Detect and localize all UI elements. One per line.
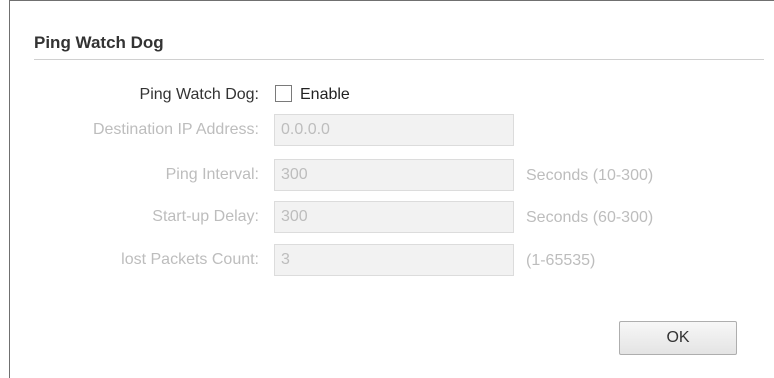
startup-delay-label: Start-up Delay:: [152, 208, 259, 225]
startup-delay-hint: Seconds (60-300): [526, 209, 654, 226]
title-divider: [34, 59, 764, 60]
section-title: Ping Watch Dog: [34, 33, 164, 52]
enable-checkbox-label[interactable]: Enable: [300, 86, 350, 104]
ping-interval-label: Ping Interval:: [165, 166, 259, 183]
watchdog-label: Ping Watch Dog:: [139, 86, 259, 103]
enable-checkbox[interactable]: [275, 85, 292, 102]
startup-delay-input[interactable]: [274, 201, 514, 233]
ping-watchdog-panel: Ping Watch Dog Ping Watch Dog: Enable De…: [9, 0, 774, 378]
destination-ip-input[interactable]: [274, 114, 514, 146]
ping-interval-input[interactable]: [274, 159, 514, 191]
lost-packets-input[interactable]: [274, 244, 514, 276]
ping-interval-hint: Seconds (10-300): [526, 167, 654, 184]
lost-packets-hint: (1-65535): [526, 252, 596, 269]
destination-ip-label: Destination IP Address:: [92, 121, 259, 138]
lost-packets-label: lost Packets Count:: [121, 251, 259, 268]
ok-button[interactable]: OK: [619, 321, 737, 355]
